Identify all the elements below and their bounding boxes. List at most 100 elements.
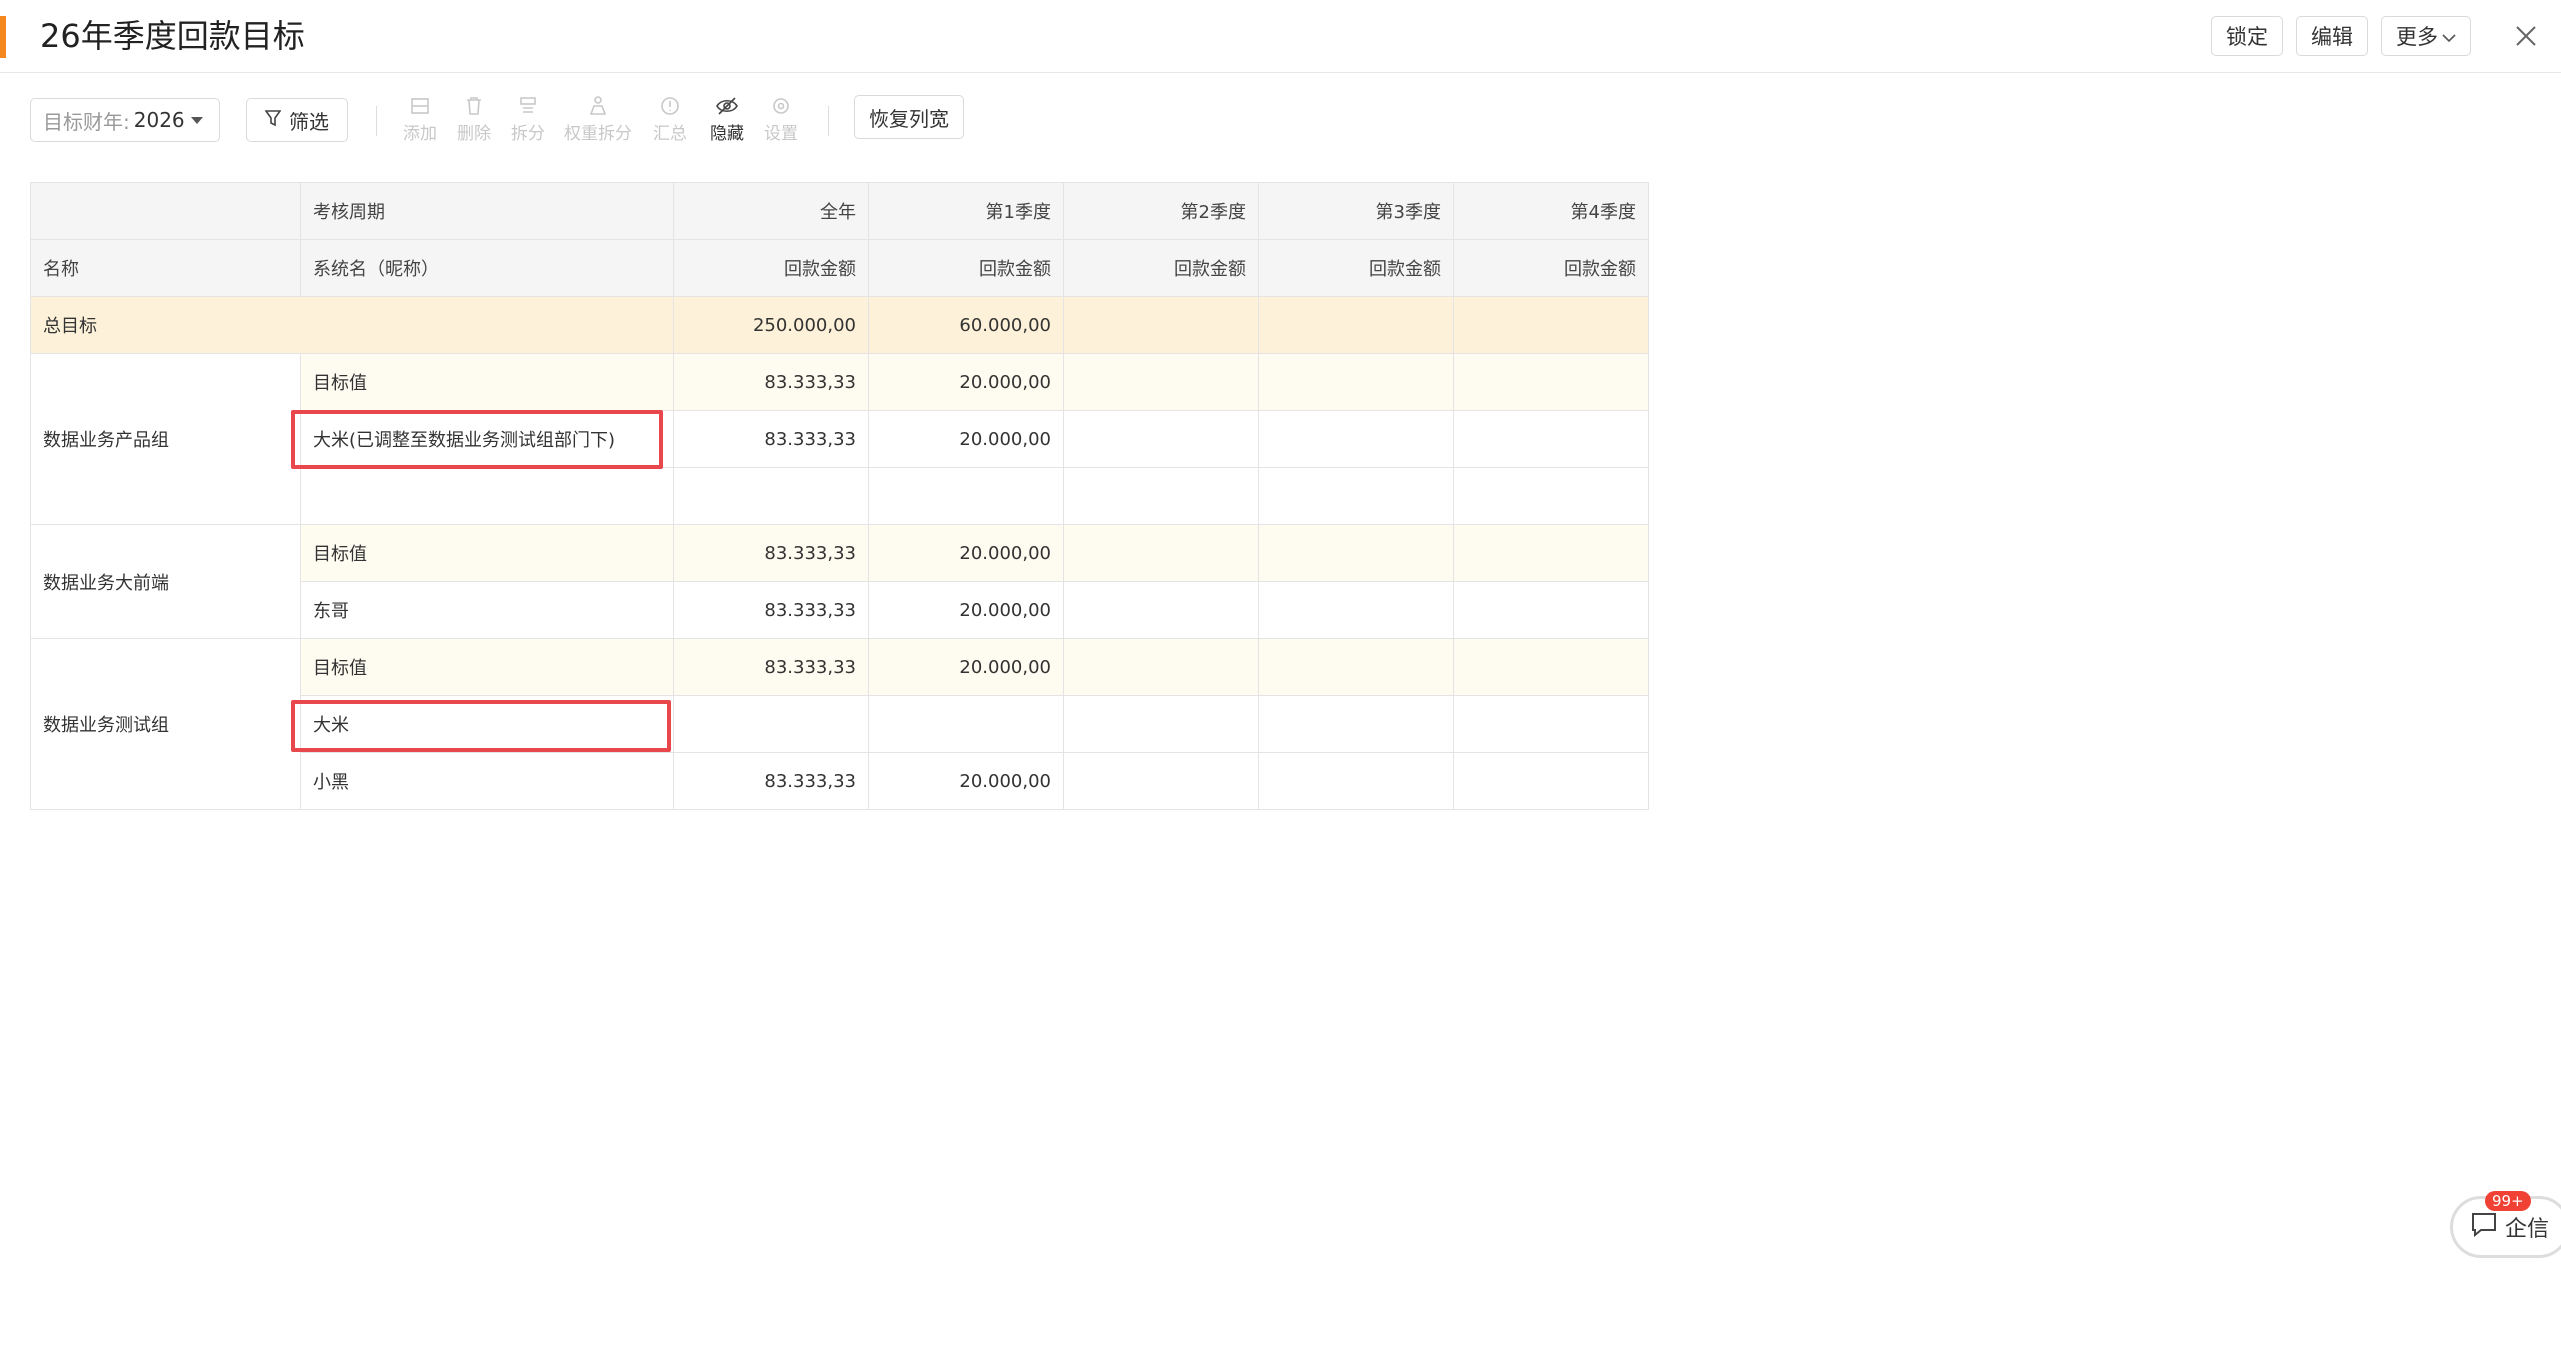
header-cell[interactable]: 第1季度 [868, 182, 1064, 240]
header-cell [30, 182, 301, 240]
table-cell[interactable] [1063, 752, 1259, 810]
split-button[interactable]: 拆分 [498, 95, 558, 151]
fiscal-year-select[interactable]: 目标财年: 2026 [30, 98, 220, 142]
split-icon [520, 97, 536, 113]
table-cell[interactable] [1258, 581, 1454, 639]
edit-button[interactable]: 编辑 [2296, 16, 2368, 56]
table-cell[interactable] [1063, 524, 1259, 582]
table-cell[interactable] [1258, 524, 1454, 582]
summary-button[interactable]: 汇总 [640, 95, 700, 151]
total-target-row: 总目标 250.000,00 60.000,00 [30, 296, 1649, 354]
weight-split-button[interactable]: 权重拆分 [560, 95, 636, 151]
member-name: 目标值 [300, 638, 674, 696]
delete-label: 删除 [457, 124, 491, 144]
summary-label: 汇总 [653, 124, 687, 144]
chat-bubble-icon [2469, 1210, 2499, 1244]
table-cell[interactable] [1258, 353, 1454, 411]
lock-button[interactable]: 锁定 [2211, 16, 2283, 56]
table-cell[interactable] [1063, 638, 1259, 696]
table-row: 数据业务测试组 目标值 83.333,33 20.000,00 [30, 638, 1649, 810]
toolbar-divider [376, 106, 377, 136]
table-cell[interactable]: 20.000,00 [868, 353, 1064, 411]
delete-button[interactable]: 删除 [444, 95, 504, 151]
member-name [300, 467, 674, 525]
chat-widget[interactable]: 企信 99+ [2450, 1191, 2561, 1258]
weight-split-label: 权重拆分 [564, 124, 632, 144]
table-cell[interactable] [1453, 524, 1649, 582]
table-cell[interactable] [1258, 410, 1454, 468]
chat-label: 企信 [2505, 1217, 2550, 1242]
table-cell[interactable]: 83.333,33 [673, 638, 869, 696]
table-cell[interactable] [673, 467, 869, 525]
table-cell[interactable]: 60.000,00 [868, 296, 1064, 354]
target-table: 考核周期 全年 第1季度 第2季度 第3季度 第4季度 名称 系统名（昵称） 回… [30, 182, 1649, 810]
table-cell[interactable]: 20.000,00 [868, 638, 1064, 696]
table-cell[interactable] [1063, 410, 1259, 468]
hide-label: 隐藏 [710, 124, 744, 144]
chevron-down-icon [2442, 24, 2456, 48]
table-cell[interactable]: 20.000,00 [868, 410, 1064, 468]
table-cell[interactable] [1063, 353, 1259, 411]
header-cell: 考核周期 [300, 182, 674, 240]
table-cell[interactable]: 250.000,00 [673, 296, 869, 354]
header-cell: 名称 [30, 239, 301, 297]
table-cell[interactable] [1063, 296, 1259, 354]
settings-button[interactable]: 设置 [751, 95, 811, 151]
table-cell[interactable] [1453, 296, 1649, 354]
table-cell[interactable] [1258, 638, 1454, 696]
table-cell[interactable] [1258, 695, 1454, 753]
header-cell[interactable]: 第2季度 [1063, 182, 1259, 240]
table-cell[interactable]: 20.000,00 [868, 524, 1064, 582]
table-cell[interactable] [1453, 752, 1649, 810]
table-cell[interactable] [1453, 581, 1649, 639]
table-cell[interactable] [1453, 638, 1649, 696]
table-cell[interactable] [1063, 695, 1259, 753]
header-cell: 回款金额 [1063, 239, 1259, 297]
settings-label: 设置 [764, 124, 798, 144]
restore-column-width-button[interactable]: 恢复列宽 [854, 95, 964, 139]
table-cell[interactable] [673, 695, 869, 753]
table-cell[interactable]: 83.333,33 [673, 752, 869, 810]
header-cell[interactable]: 全年 [673, 182, 869, 240]
member-name: 大米(已调整至数据业务测试组部门下) [300, 410, 674, 468]
header-cell[interactable]: 第3季度 [1258, 182, 1454, 240]
dialog-header: 26年季度回款目标 锁定 编辑 更多 [0, 0, 2561, 73]
table-cell[interactable]: 83.333,33 [673, 581, 869, 639]
table-cell[interactable]: 20.000,00 [868, 752, 1064, 810]
add-button[interactable]: 添加 [390, 95, 450, 151]
unread-badge: 99+ [2485, 1191, 2531, 1211]
table-cell[interactable]: 83.333,33 [673, 353, 869, 411]
hide-button[interactable]: 隐藏 [697, 95, 757, 151]
filter-button[interactable]: 筛选 [246, 98, 348, 142]
header-cell[interactable]: 第4季度 [1453, 182, 1649, 240]
table-cell[interactable] [868, 695, 1064, 753]
table-cell[interactable]: 83.333,33 [673, 410, 869, 468]
table-cell[interactable] [1453, 695, 1649, 753]
summary-icon [661, 97, 679, 115]
split-label: 拆分 [511, 124, 545, 144]
table-cell[interactable] [868, 467, 1064, 525]
more-button[interactable]: 更多 [2381, 16, 2471, 56]
table-cell[interactable] [1258, 467, 1454, 525]
member-name: 小黑 [300, 752, 674, 810]
table-cell[interactable] [1258, 752, 1454, 810]
eye-off-icon [716, 97, 738, 115]
table-cell[interactable] [1453, 467, 1649, 525]
table-cell[interactable] [1453, 353, 1649, 411]
table-cell[interactable]: 20.000,00 [868, 581, 1064, 639]
table-cell[interactable]: 83.333,33 [673, 524, 869, 582]
add-label: 添加 [403, 124, 437, 144]
close-icon[interactable] [2508, 18, 2544, 54]
member-name: 大米 [300, 695, 674, 753]
table-cell[interactable] [1063, 467, 1259, 525]
table-cell[interactable] [1258, 296, 1454, 354]
table-row: 数据业务产品组 目标值 83.333,33 20.000,00 [30, 353, 1649, 525]
toolbar: 目标财年: 2026 筛选 添加 删除 拆分 权重拆分 汇总 隐藏 设置 恢复列… [0, 73, 2561, 161]
header-cell: 系统名（昵称） [300, 239, 674, 297]
group-name: 数据业务测试组 [30, 638, 301, 810]
member-name: 目标值 [300, 353, 674, 411]
trash-icon [467, 97, 481, 115]
table-cell[interactable] [1063, 581, 1259, 639]
total-label: 总目标 [30, 296, 674, 354]
table-cell[interactable] [1453, 410, 1649, 468]
